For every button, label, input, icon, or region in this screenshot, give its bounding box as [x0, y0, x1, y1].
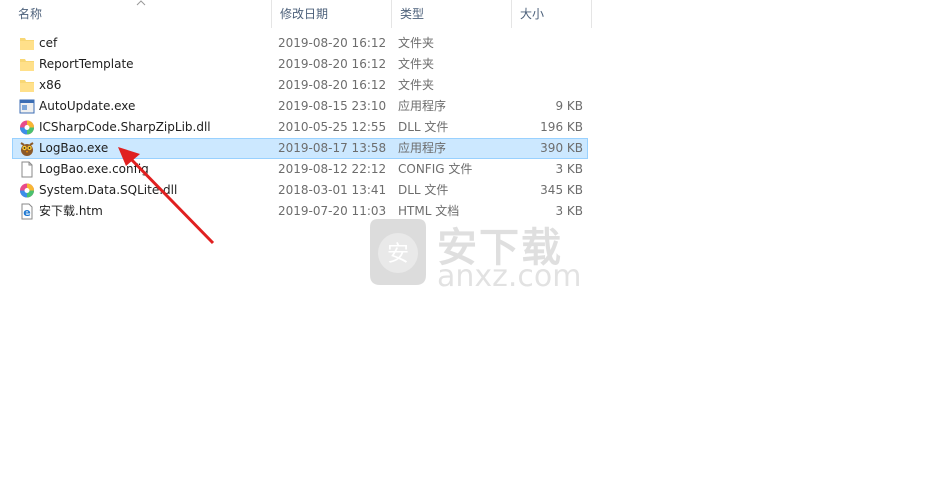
file-size: 390 KB — [540, 141, 583, 155]
watermark: 安 安下载 anxz.com — [362, 215, 582, 295]
folder-icon — [20, 59, 34, 71]
folder-icon — [20, 80, 34, 92]
watermark-badge-text: 安 — [387, 242, 409, 267]
column-size[interactable]: 大小 — [512, 0, 592, 28]
file-row[interactable]: ICSharpCode.SharpZipLib.dll 2010-05-25 12… — [12, 117, 588, 138]
file-date: 2019-08-20 16:12 — [278, 36, 387, 50]
svg-text:e: e — [23, 206, 30, 219]
file-size: 196 KB — [540, 120, 583, 134]
watermark-shield-icon: 安 — [370, 219, 426, 285]
file-size — [513, 55, 583, 74]
file-type: 应用程序 — [398, 141, 447, 155]
file-size — [513, 76, 583, 95]
column-date[interactable]: 修改日期 — [272, 0, 392, 28]
file-name: AutoUpdate.exe — [39, 99, 136, 113]
file-type: 文件夹 — [398, 36, 435, 50]
file-name: LogBao.exe — [39, 141, 109, 155]
file-size: 9 KB — [555, 99, 583, 113]
column-name[interactable]: 名称 — [10, 0, 272, 28]
logbao-owl-icon — [20, 142, 34, 156]
column-type[interactable]: 类型 — [392, 0, 512, 28]
file-date: 2018-03-01 13:41 — [278, 183, 387, 197]
file-type: 文件夹 — [398, 78, 435, 92]
file-date: 2010-05-25 12:55 — [278, 120, 387, 134]
file-date: 2019-08-20 16:12 — [278, 78, 387, 92]
file-date: 2019-08-20 16:12 — [278, 57, 387, 71]
blank-file-icon — [21, 161, 33, 178]
folder-icon — [20, 38, 34, 50]
file-row[interactable]: AutoUpdate.exe 2019-08-15 23:10 应用程序 9 KB — [12, 96, 588, 117]
file-type: 文件夹 — [398, 57, 435, 71]
file-row[interactable]: x86 2019-08-20 16:12 文件夹 — [12, 75, 588, 96]
watermark-url: anxz.com — [437, 259, 582, 294]
file-row[interactable]: LogBao.exe 2019-08-17 13:58 应用程序 390 KB — [12, 138, 588, 159]
file-name: ReportTemplate — [39, 57, 134, 71]
file-date: 2019-08-15 23:10 — [278, 99, 387, 113]
file-type: DLL 文件 — [398, 183, 449, 197]
file-name: cef — [39, 36, 58, 50]
file-name: System.Data.SQLite.dll — [39, 183, 178, 197]
file-type: 应用程序 — [398, 99, 447, 113]
file-type: CONFIG 文件 — [398, 162, 473, 176]
file-size — [513, 34, 583, 53]
file-name: ICSharpCode.SharpZipLib.dll — [39, 120, 211, 134]
dll-icon — [20, 120, 34, 135]
file-name: 安下载.htm — [39, 204, 103, 218]
file-row[interactable]: LogBao.exe.config 2019-08-12 22:12 CONFIG … — [12, 159, 588, 180]
file-date: 2019-08-17 13:58 — [278, 141, 387, 155]
edge-html-icon: e — [21, 203, 33, 220]
file-row[interactable]: cef 2019-08-20 16:12 文件夹 — [12, 33, 588, 54]
column-header: 名称 修改日期 类型 大小 — [0, 0, 600, 28]
file-name: LogBao.exe.config — [39, 162, 149, 176]
file-row[interactable]: System.Data.SQLite.dll 2018-03-01 13:41 DL… — [12, 180, 588, 201]
file-date: 2019-08-12 22:12 — [278, 162, 387, 176]
file-name: x86 — [39, 78, 62, 92]
file-size: 345 KB — [540, 183, 583, 197]
file-size: 3 KB — [555, 162, 583, 176]
dll-icon — [20, 183, 34, 198]
exe-app-icon — [19, 99, 35, 114]
file-type: DLL 文件 — [398, 120, 449, 134]
file-row[interactable]: ReportTemplate 2019-08-20 16:12 文件夹 — [12, 54, 588, 75]
